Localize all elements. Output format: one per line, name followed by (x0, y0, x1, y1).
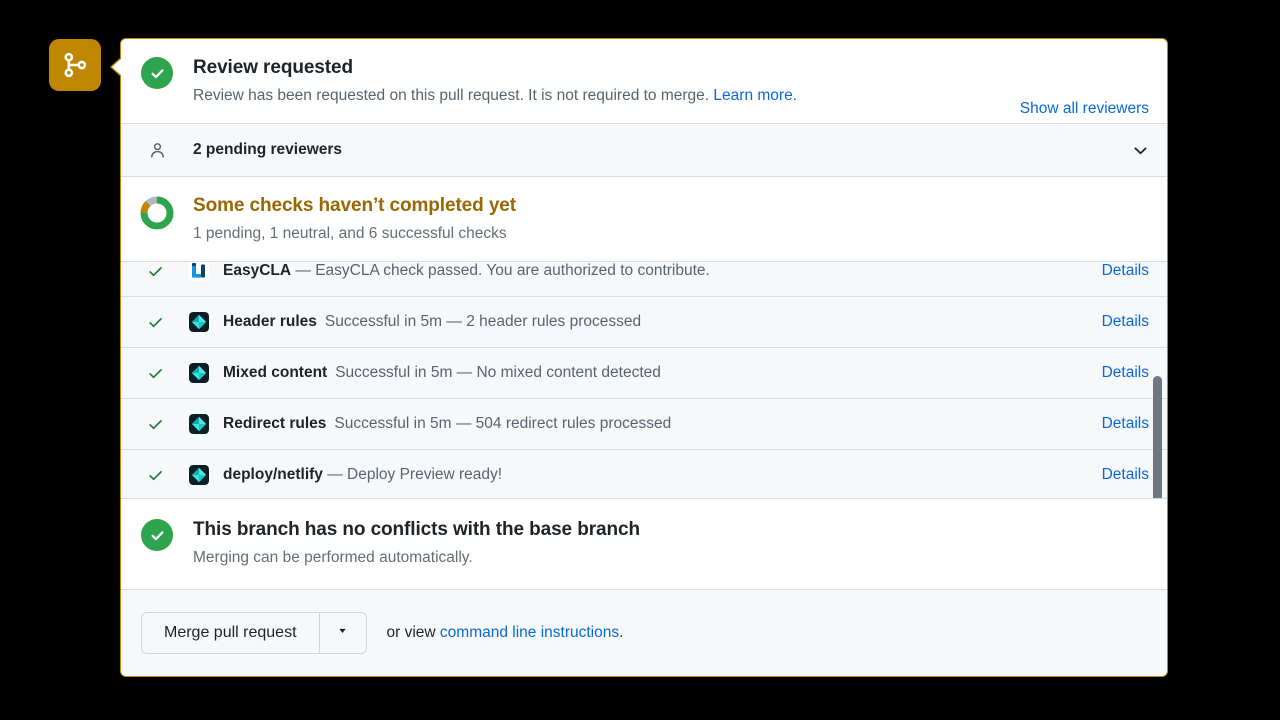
chevron-down-icon[interactable] (1132, 142, 1149, 159)
review-description-text: Review has been requested on this pull r… (193, 87, 713, 104)
conflicts-status-icon-wrap (121, 517, 193, 551)
checks-scrollbar[interactable] (1153, 270, 1162, 490)
conflicts-section: This branch has no conflicts with the ba… (121, 499, 1167, 589)
easycla-icon (189, 261, 209, 281)
command-line-note-suffix: . (619, 624, 623, 641)
command-line-note-prefix: or view (387, 624, 440, 641)
check-name: Mixed content (223, 364, 327, 381)
check-row[interactable]: deploy/netlify — Deploy Preview ready! D… (121, 450, 1167, 499)
check-description: Deploy Preview ready! (347, 466, 502, 483)
screen: Review requested Review has been request… (0, 0, 1280, 720)
merge-options-dropdown-button[interactable] (319, 612, 367, 654)
merge-button-group: Merge pull request (141, 612, 367, 654)
netlify-icon (189, 414, 209, 434)
review-requested-section: Review requested Review has been request… (121, 39, 1167, 123)
checks-list-scroll-area[interactable]: EasyCLA — EasyCLA check passed. You are … (121, 261, 1167, 499)
conflicts-subtitle: Merging can be performed automatically. (193, 547, 1151, 569)
check-icon (121, 467, 189, 484)
pending-reviewers-row[interactable]: 2 pending reviewers (121, 123, 1167, 177)
check-description: Successful in 5m — No mixed content dete… (335, 364, 661, 381)
merge-pull-request-button[interactable]: Merge pull request (141, 612, 319, 654)
check-details-link[interactable]: Details (1102, 262, 1149, 280)
check-name: Redirect rules (223, 415, 326, 432)
check-name: deploy/netlify (223, 466, 323, 483)
command-line-instructions-link[interactable]: command line instructions (440, 624, 619, 641)
conflicts-title: This branch has no conflicts with the ba… (193, 517, 1151, 543)
pr-state-badge (49, 39, 101, 91)
merge-footer: Merge pull request or view command line … (121, 589, 1167, 676)
check-circle-icon (141, 519, 173, 551)
checks-list: EasyCLA — EasyCLA check passed. You are … (121, 261, 1167, 499)
show-all-reviewers-link[interactable]: Show all reviewers (1020, 100, 1149, 118)
donut-progress-icon (139, 195, 175, 236)
check-name: Header rules (223, 313, 317, 330)
check-details-link[interactable]: Details (1102, 466, 1149, 484)
check-icon (121, 314, 189, 331)
check-details-link[interactable]: Details (1102, 415, 1149, 433)
checks-summary-subtitle: 1 pending, 1 neutral, and 6 successful c… (193, 223, 1151, 245)
merge-box: Review requested Review has been request… (120, 38, 1168, 677)
check-description: Successful in 5m — 504 redirect rules pr… (334, 415, 671, 432)
check-details-link[interactable]: Details (1102, 313, 1149, 331)
check-row[interactable]: Mixed content Successful in 5m — No mixed… (121, 348, 1167, 399)
check-description: EasyCLA check passed. You are authorized… (315, 262, 710, 279)
check-icon (121, 365, 189, 382)
checks-scrollbar-thumb[interactable] (1153, 376, 1162, 499)
review-title: Review requested (193, 55, 1151, 81)
check-text: Header rules Successful in 5m — 2 header … (223, 312, 1090, 332)
netlify-icon (189, 465, 209, 485)
check-text: deploy/netlify — Deploy Preview ready! (223, 465, 1090, 485)
checks-summary-title: Some checks haven’t completed yet (193, 193, 1151, 219)
card-arrow-fill (112, 58, 122, 76)
pending-reviewers-label: 2 pending reviewers (193, 141, 1132, 159)
check-separator: — (323, 466, 347, 483)
check-row[interactable]: Header rules Successful in 5m — 2 header … (121, 297, 1167, 348)
checks-status-icon-wrap (121, 193, 193, 236)
check-text: Redirect rules Successful in 5m — 504 red… (223, 414, 1090, 434)
git-merge-icon (62, 52, 88, 78)
check-text: EasyCLA — EasyCLA check passed. You are … (223, 261, 1090, 281)
netlify-icon (189, 312, 209, 332)
check-circle-icon (141, 57, 173, 89)
person-icon (121, 142, 193, 159)
check-separator: — (291, 262, 315, 279)
check-name: EasyCLA (223, 262, 291, 279)
check-icon (121, 416, 189, 433)
checks-summary-section: Some checks haven’t completed yet 1 pend… (121, 177, 1167, 261)
check-details-link[interactable]: Details (1102, 364, 1149, 382)
review-status-icon-wrap (121, 55, 193, 89)
netlify-icon (189, 363, 209, 383)
review-description: Review has been requested on this pull r… (193, 85, 1151, 107)
check-description: Successful in 5m — 2 header rules proces… (325, 313, 641, 330)
check-row[interactable]: Redirect rules Successful in 5m — 504 red… (121, 399, 1167, 450)
command-line-note: or view command line instructions. (387, 624, 624, 642)
triangle-down-icon (336, 624, 349, 642)
check-text: Mixed content Successful in 5m — No mixed… (223, 363, 1090, 383)
check-icon (121, 263, 189, 280)
check-row[interactable]: EasyCLA — EasyCLA check passed. You are … (121, 261, 1167, 297)
learn-more-link[interactable]: Learn more. (713, 87, 797, 104)
